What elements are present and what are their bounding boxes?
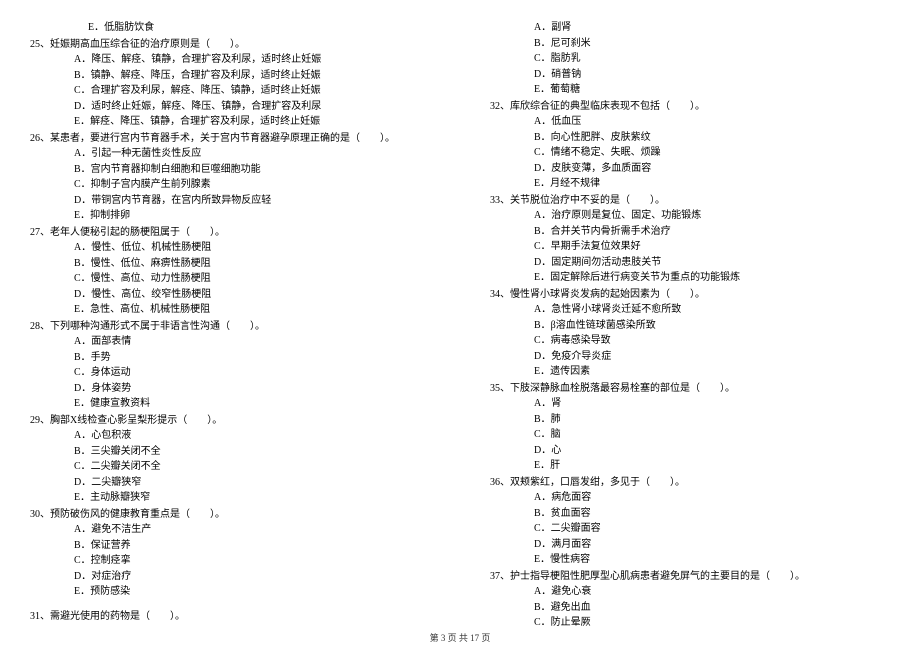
q30-option-c: C．控制痉挛 (30, 553, 430, 569)
q26-option-b: B．宫内节育器抑制白细胞和巨噬细胞功能 (30, 162, 430, 178)
q31-option-d: D．硝普钠 (490, 67, 890, 83)
q27-option-e: E．急性、高位、机械性肠梗阻 (30, 302, 430, 318)
q35-option-d: D．心 (490, 443, 890, 459)
q34-option-a: A．急性肾小球肾炎迁延不愈所致 (490, 302, 890, 318)
q25-option-e: E．解痉、降压、镇静，合理扩容及利尿，适时终止妊娠 (30, 114, 430, 130)
question-28: 28、下列哪种沟通形式不属于非语言性沟通（ ）。 (30, 319, 430, 335)
q31-option-a: A．副肾 (490, 20, 890, 36)
q29-option-a: A．心包积液 (30, 428, 430, 444)
q26-option-d: D．带铜宫内节育器，在宫内所致异物反应轻 (30, 193, 430, 209)
q27-option-b: B．慢性、低位、麻痹性肠梗阻 (30, 256, 430, 272)
q31-option-b: B．尼可刹米 (490, 36, 890, 52)
q34-option-d: D．免疫介导炎症 (490, 349, 890, 365)
q32-option-a: A．低血压 (490, 114, 890, 130)
q31-option-c: C．脂肪乳 (490, 51, 890, 67)
q34-option-c: C．病毒感染导致 (490, 333, 890, 349)
q25-option-d: D．适时终止妊娠，解痉、降压、镇静，合理扩容及利尿 (30, 99, 430, 115)
q28-option-e: E．健康宣教资料 (30, 396, 430, 412)
q36-option-a: A．病危面容 (490, 490, 890, 506)
q33-option-c: C．早期手法复位效果好 (490, 239, 890, 255)
q32-option-d: D．皮肤变薄，多血质面容 (490, 161, 890, 177)
q35-option-e: E．肝 (490, 458, 890, 474)
q26-option-e: E．抑制排卵 (30, 208, 430, 224)
q25-option-b: B．镇静、解痉、降压，合理扩容及利尿，适时终止妊娠 (30, 68, 430, 84)
question-31: 31、需避光使用的药物是（ ）。 (30, 609, 430, 625)
q28-option-d: D．身体姿势 (30, 381, 430, 397)
q29-option-c: C．二尖瓣关闭不全 (30, 459, 430, 475)
q27-option-d: D．慢性、高位、绞窄性肠梗阻 (30, 287, 430, 303)
q35-option-b: B．肺 (490, 412, 890, 428)
q26-option-a: A．引起一种无菌性炎性反应 (30, 146, 430, 162)
q29-option-d: D．二尖瓣狭窄 (30, 475, 430, 491)
q36-option-c: C．二尖瓣面容 (490, 521, 890, 537)
q37-option-c: C．防止晕厥 (490, 615, 890, 631)
q30-option-a: A．避免不洁生产 (30, 522, 430, 538)
q30-option-d: D．对症治疗 (30, 569, 430, 585)
q35-option-a: A．肾 (490, 396, 890, 412)
q28-option-a: A．面部表情 (30, 334, 430, 350)
question-26: 26、某患者，要进行宫内节育器手术，关于宫内节育器避孕原理正确的是（ ）。 (30, 131, 430, 147)
question-37: 37、护士指导梗阻性肥厚型心肌病患者避免屏气的主要目的是（ ）。 (490, 569, 890, 585)
page-footer: 第 3 页 共 17 页 (30, 631, 890, 644)
question-36: 36、双颊紫红，口唇发绀，多见于（ ）。 (490, 475, 890, 491)
question-25: 25、妊娠期高血压综合征的治疗原则是（ ）。 (30, 37, 430, 53)
q33-option-e: E．固定解除后进行病变关节为重点的功能锻炼 (490, 270, 890, 286)
spacer (30, 600, 430, 608)
q28-option-c: C．身体运动 (30, 365, 430, 381)
q27-option-a: A．慢性、低位、机械性肠梗阻 (30, 240, 430, 256)
prev-option-e: E．低脂肪饮食 (30, 20, 430, 36)
q33-option-a: A．治疗原则是复位、固定、功能锻炼 (490, 208, 890, 224)
q37-option-a: A．避免心衰 (490, 584, 890, 600)
q26-option-c: C．抑制子宫内膜产生前列腺素 (30, 177, 430, 193)
q36-option-d: D．满月面容 (490, 537, 890, 553)
q29-option-e: E．主动脉瓣狭窄 (30, 490, 430, 506)
q35-option-c: C．脑 (490, 427, 890, 443)
question-29: 29、胸部X线检查心影呈梨形提示（ ）。 (30, 413, 430, 429)
q32-option-e: E．月经不规律 (490, 176, 890, 192)
q27-option-c: C．慢性、高位、动力性肠梗阻 (30, 271, 430, 287)
q30-option-e: E．预防感染 (30, 584, 430, 600)
q32-option-b: B．向心性肥胖、皮肤紫纹 (490, 130, 890, 146)
q25-option-a: A．降压、解痉、镇静，合理扩容及利尿，适时终止妊娠 (30, 52, 430, 68)
q33-option-d: D．固定期间勿活动患肢关节 (490, 255, 890, 271)
q29-option-b: B．三尖瓣关闭不全 (30, 444, 430, 460)
two-column-layout: E．低脂肪饮食 25、妊娠期高血压综合征的治疗原则是（ ）。 A．降压、解痉、镇… (30, 20, 890, 631)
q25-option-c: C．合理扩容及利尿，解痉、降压、镇静，适时终止妊娠 (30, 83, 430, 99)
q36-option-e: E．慢性病容 (490, 552, 890, 568)
left-column: E．低脂肪饮食 25、妊娠期高血压综合征的治疗原则是（ ）。 A．降压、解痉、镇… (30, 20, 430, 631)
q34-option-b: B．β溶血性链球菌感染所致 (490, 318, 890, 334)
question-30: 30、预防破伤风的健康教育重点是（ ）。 (30, 507, 430, 523)
q34-option-e: E．遗传因素 (490, 364, 890, 380)
q30-option-b: B．保证营养 (30, 538, 430, 554)
question-32: 32、库欣综合征的典型临床表现不包括（ ）。 (490, 99, 890, 115)
q31-option-e: E．葡萄糖 (490, 82, 890, 98)
q32-option-c: C．情绪不稳定、失眠、烦躁 (490, 145, 890, 161)
q28-option-b: B．手势 (30, 350, 430, 366)
right-column: A．副肾 B．尼可刹米 C．脂肪乳 D．硝普钠 E．葡萄糖 32、库欣综合征的典… (490, 20, 890, 631)
question-34: 34、慢性肾小球肾炎发病的起始因素为（ ）。 (490, 287, 890, 303)
q37-option-b: B．避免出血 (490, 600, 890, 616)
question-33: 33、关节脱位治疗中不妥的是（ ）。 (490, 193, 890, 209)
q36-option-b: B．贫血面容 (490, 506, 890, 522)
q33-option-b: B．合并关节内骨折需手术治疗 (490, 224, 890, 240)
question-27: 27、老年人便秘引起的肠梗阻属于（ ）。 (30, 225, 430, 241)
question-35: 35、下肢深静脉血栓脱落最容易栓塞的部位是（ ）。 (490, 381, 890, 397)
